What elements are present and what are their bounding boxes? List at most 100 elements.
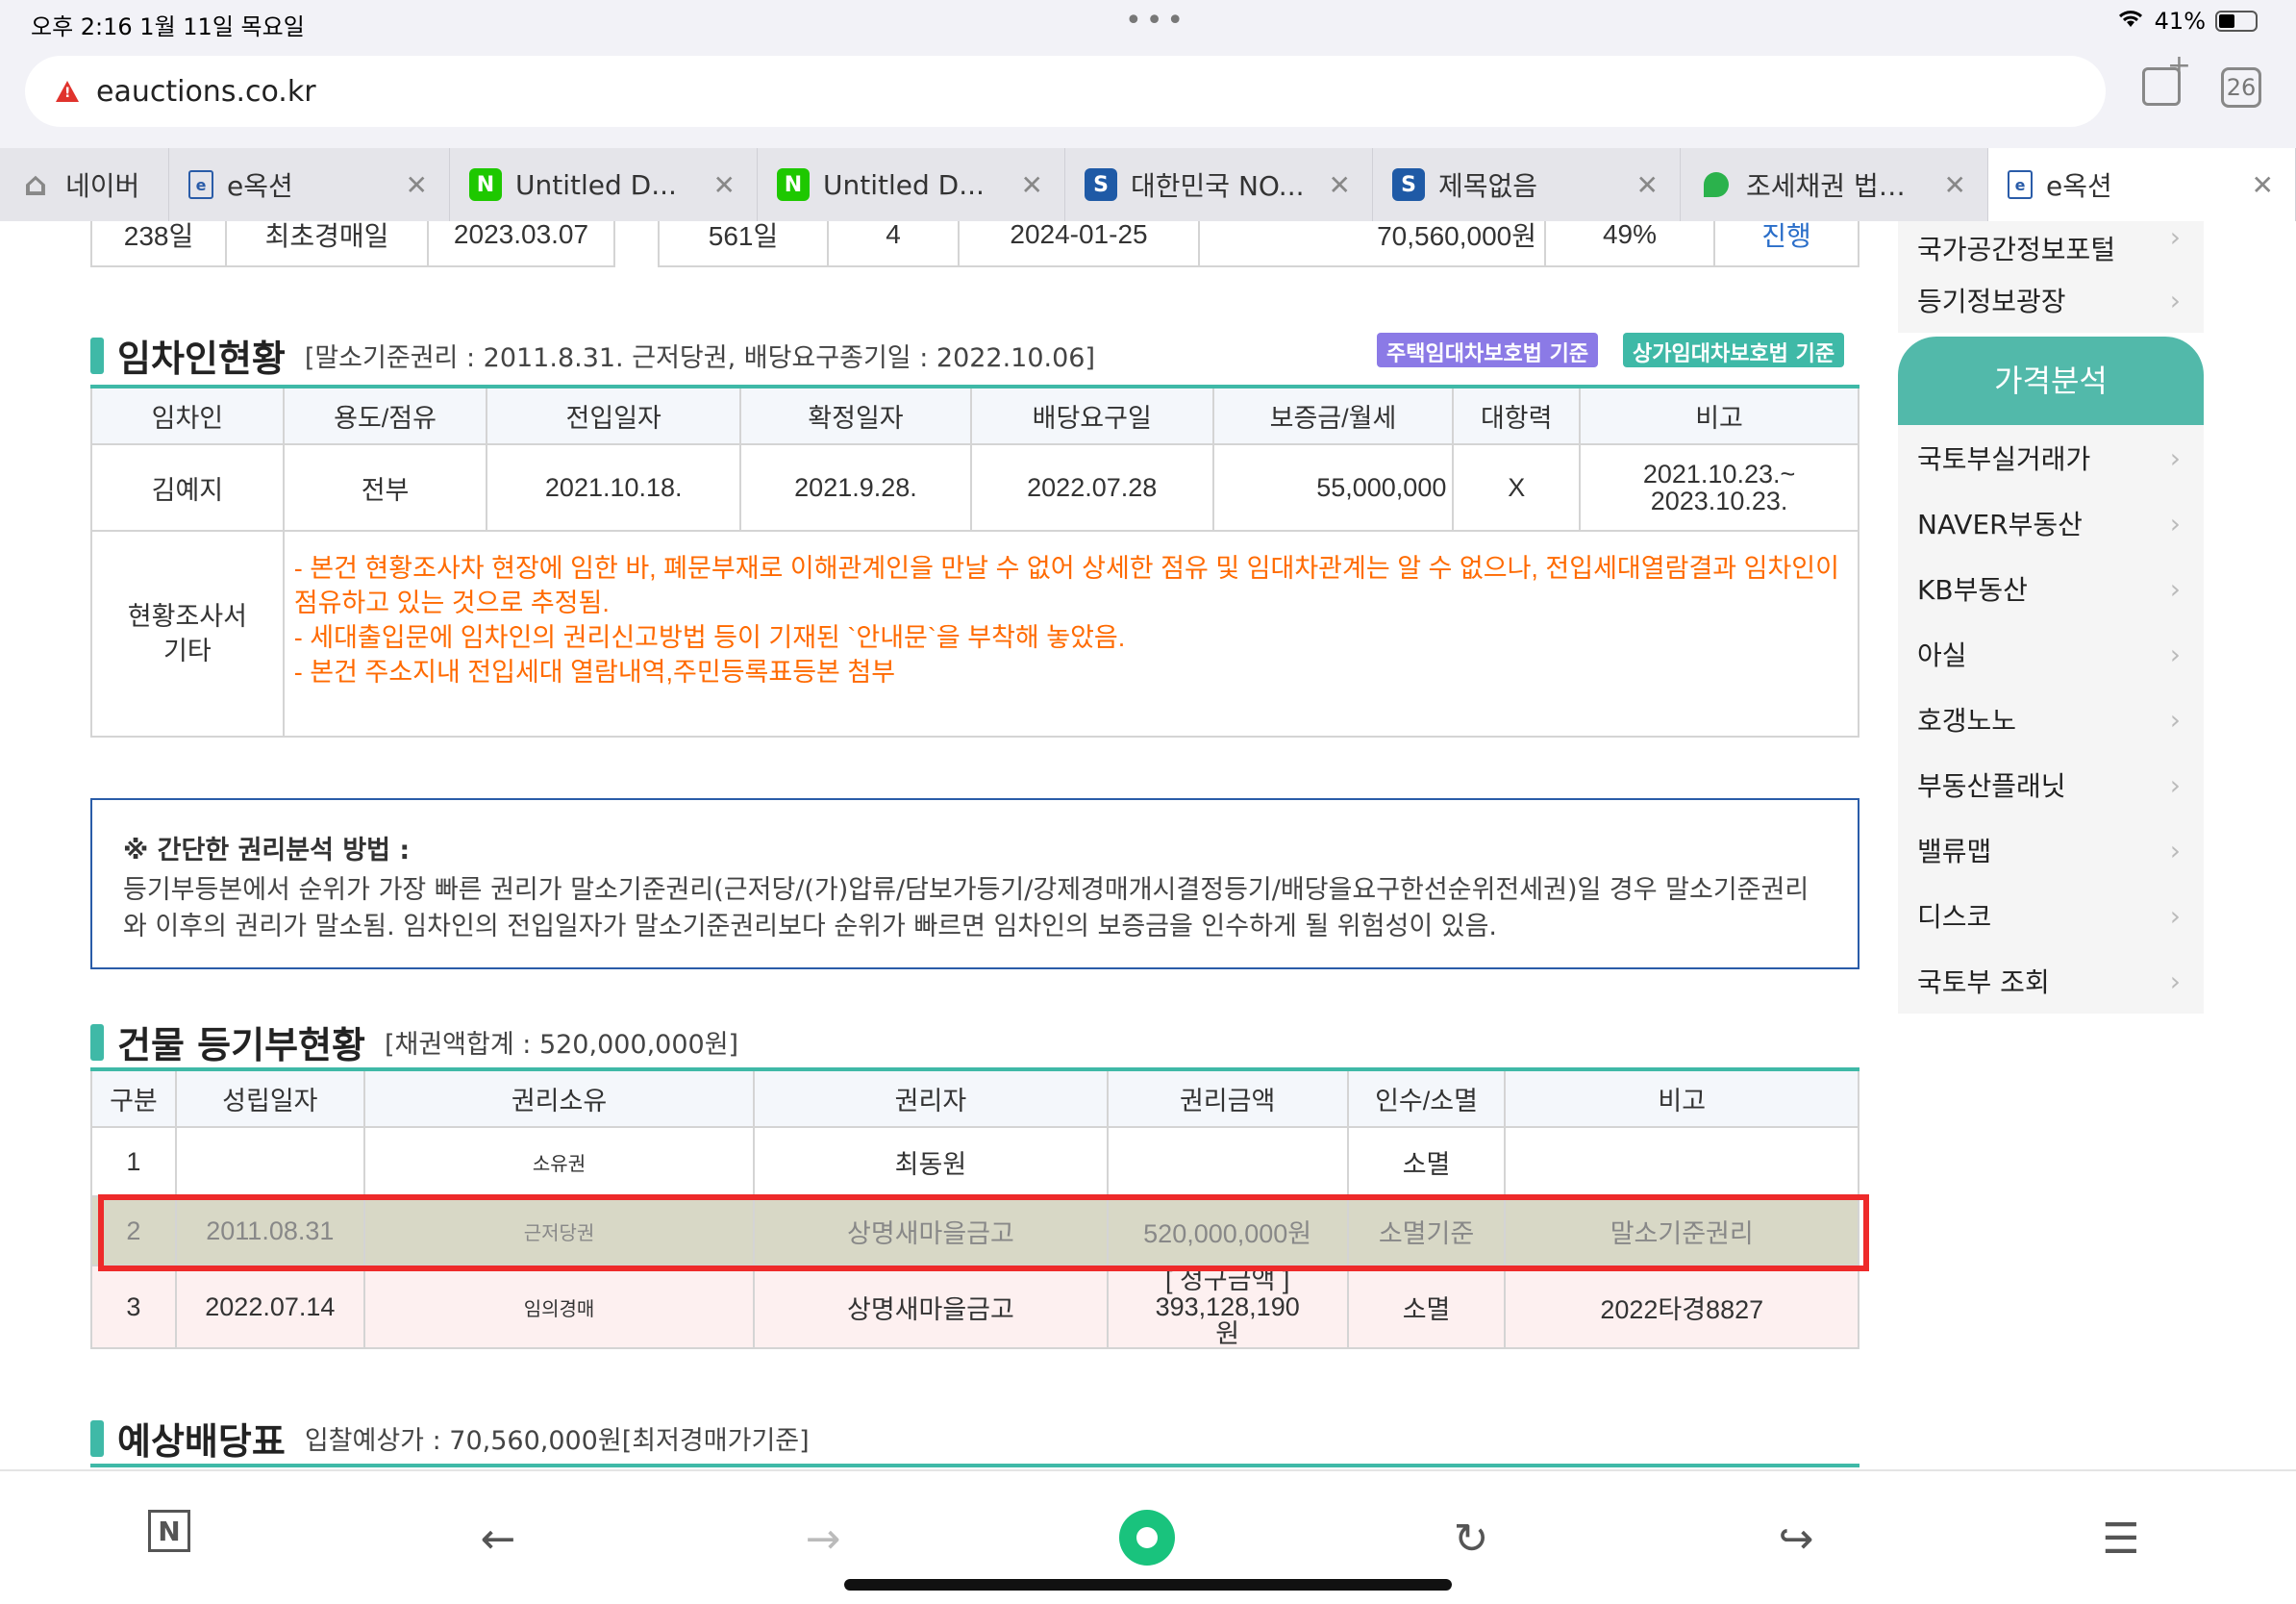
sidebar-item[interactable]: 디스코 ›	[1898, 883, 2204, 948]
sidebar-item[interactable]: 부동산플래닛 ›	[1898, 752, 2204, 817]
chevron-right-icon: ›	[2169, 965, 2181, 997]
residential-lease-badge[interactable]: 주택임대차보호법 기준	[1377, 333, 1599, 367]
title-marker	[90, 337, 104, 374]
eauction-icon: e	[2008, 170, 2033, 199]
address-bar[interactable]: eauctions.co.kr	[25, 56, 2106, 127]
tab-untitled-2[interactable]: N Untitled D... ✕	[758, 148, 1065, 221]
wifi-icon	[2116, 8, 2145, 35]
established-date: 2022.07.14	[174, 1265, 365, 1349]
column-header: 권리자	[753, 1068, 1109, 1128]
close-icon[interactable]: ✕	[1329, 169, 1351, 201]
section-note: [채권액합계 : 520,000,000원]	[384, 1030, 739, 1060]
tab-tax-claim[interactable]: 조세채권 법… ✕	[1681, 148, 1988, 221]
share-button[interactable]: ↪	[1767, 1510, 1825, 1567]
reload-button[interactable]: ↻	[1442, 1510, 1500, 1567]
tab-strip: ⌂ 네이버 e e옥션 ✕ N Untitled D... ✕ N Untitl…	[0, 148, 2296, 221]
close-icon[interactable]: ✕	[1021, 169, 1043, 201]
info-heading: ※ 간단한 권리분석 방법 :	[123, 836, 411, 865]
tenants-table: 임차인 용도/점유 전입일자 확정일자 배당요구일 보증금/월세 대항력 비고 …	[90, 385, 1860, 738]
info-body: 등기부등본에서 순위가 가장 빠른 권리가 말소기준권리(근저당/(가)압류/담…	[123, 875, 1809, 941]
close-icon[interactable]: ✕	[2252, 169, 2274, 201]
tab-count-button[interactable]: 26	[2221, 67, 2261, 108]
established-date	[174, 1126, 365, 1197]
column-header: 전입일자	[486, 386, 742, 445]
sidebar-item[interactable]: 국토부 조회 ›	[1898, 948, 2204, 1014]
sidebar-item-label: 밸류맵	[1917, 836, 1992, 867]
tab-label: 대한민국 NO...	[1131, 170, 1305, 202]
confirmed-date: 2021.9.28.	[739, 443, 972, 532]
column-header: 권리소유	[362, 1068, 756, 1128]
status-bar: 오후 2:16 1월 11일 목요일 ••• 41%	[0, 0, 2296, 44]
sidebar-item[interactable]: 국가공간정보포털 ›	[1898, 221, 2204, 267]
home-indicator[interactable]	[844, 1579, 1452, 1591]
naver-home-button[interactable]: N	[148, 1510, 190, 1552]
rights-analysis-info: ※ 간단한 권리분석 방법 : 등기부등본에서 순위가 가장 빠른 권리가 말소…	[90, 798, 1859, 969]
sidebar-item-label: 디스코	[1917, 901, 1992, 933]
column-header: 확정일자	[739, 386, 972, 445]
column-header: 비고	[1504, 1068, 1859, 1128]
s-app-icon: S	[1085, 168, 1117, 201]
cell: 49%	[1544, 221, 1715, 267]
close-icon[interactable]: ✕	[713, 169, 736, 201]
sidebar-item-label: 부동산플래닛	[1917, 770, 2066, 802]
s-app-icon: S	[1392, 168, 1425, 201]
sidebar-item[interactable]: KB부동산 ›	[1898, 556, 2204, 621]
tab-label: 제목없음	[1438, 170, 1538, 202]
row-number: 3	[90, 1265, 177, 1349]
sidebar-item[interactable]: NAVER부동산 ›	[1898, 490, 2204, 556]
tab-untitled-1[interactable]: N Untitled D... ✕	[450, 148, 758, 221]
tab-naver[interactable]: ⌂ 네이버	[0, 148, 169, 221]
right-holder: 상명새마을금고	[753, 1265, 1109, 1349]
battery-icon	[2215, 11, 2258, 32]
chevron-right-icon: ›	[2169, 900, 2181, 932]
chevron-right-icon: ›	[2169, 573, 2181, 605]
table-row: 3 2022.07.14 임의경매 상명새마을금고 [ 청구금액 ] 393,1…	[90, 1265, 1859, 1349]
back-button[interactable]: ←	[469, 1510, 527, 1567]
sidebar-item[interactable]: 등기정보광장 ›	[1898, 267, 2204, 333]
cell: 4	[827, 221, 960, 267]
tenants-section-title: 임차인현황 [말소기준권리 : 2011.8.31. 근저당권, 배당요구종기일…	[90, 329, 1095, 382]
tab-eauction-active[interactable]: e e옥션 ✕	[1988, 148, 2296, 221]
naver-n-icon: N	[469, 168, 502, 201]
memo-line: - 세대출입문에 임차인의 권리신고방법 등이 기재된 `안내문`을 부착해 놓…	[293, 623, 1126, 652]
commercial-lease-badge[interactable]: 상가임대차보호법 기준	[1623, 333, 1845, 367]
forward-button[interactable]: →	[794, 1510, 852, 1567]
close-icon[interactable]: ✕	[1636, 169, 1659, 201]
sidebar-price-links: 국토부실거래가 › NAVER부동산 › KB부동산 › 아실 › 호갱노노 › 부동산플…	[1898, 425, 2204, 1014]
tab-label: e옥션	[2046, 170, 2112, 202]
chevron-right-icon: ›	[2169, 639, 2181, 670]
cell: 238일	[90, 221, 227, 267]
sidebar-item[interactable]: 아실 ›	[1898, 621, 2204, 687]
tab-eauction-1[interactable]: e e옥션 ✕	[169, 148, 450, 221]
sidebar-links-top: 국가공간정보포털 › 등기정보광장 ›	[1898, 221, 2204, 333]
right-amount	[1106, 1126, 1349, 1197]
sidebar-item-label: 등기정보광장	[1917, 286, 2066, 317]
section-heading: 예상배당표	[117, 1420, 286, 1463]
memo-label: 현황조사서 기타	[90, 530, 285, 738]
close-icon[interactable]: ✕	[1944, 169, 1966, 201]
new-tab-icon[interactable]	[2142, 49, 2191, 106]
takeover-status: 소멸	[1346, 1126, 1507, 1197]
chevron-right-icon: ›	[2169, 769, 2181, 801]
memo-row: 현황조사서 기타 - 본건 현황조사차 현장에 임한 바, 폐문부재로 이해관계…	[90, 530, 1860, 738]
sidebar-item[interactable]: 호갱노노 ›	[1898, 687, 2204, 752]
move-in-date: 2021.10.18.	[486, 443, 742, 532]
chevron-right-icon: ›	[2169, 285, 2181, 316]
green-dot-button[interactable]	[1119, 1510, 1175, 1566]
sidebar-item[interactable]: 밸류맵 ›	[1898, 817, 2204, 883]
dividend-section-title: 예상배당표 입찰예상가 : 70,560,000원[최저경매가기준]	[90, 1412, 810, 1465]
multitask-dots[interactable]: •••	[1125, 4, 1187, 38]
tab-untitled-doc[interactable]: S 제목없음 ✕	[1373, 148, 1681, 221]
sidebar-item[interactable]: 국토부실거래가 ›	[1898, 425, 2204, 490]
section-heading: 건물 등기부현황	[117, 1024, 365, 1066]
column-header: 인수/소멸	[1346, 1068, 1507, 1128]
right-type: 소유권	[362, 1126, 756, 1197]
chevron-right-icon: ›	[2169, 704, 2181, 736]
url-text[interactable]: eauctions.co.kr	[96, 75, 316, 109]
highlight-annotation	[98, 1194, 1869, 1271]
status-link[interactable]: 진행	[1713, 221, 1859, 267]
tab-korea-no[interactable]: S 대한민국 NO... ✕	[1065, 148, 1373, 221]
close-icon[interactable]: ✕	[406, 169, 428, 201]
memo-content: - 본건 현황조사차 현장에 임한 바, 폐문부재로 이해관계인을 만날 수 없…	[282, 530, 1860, 738]
menu-button[interactable]: ☰	[2092, 1510, 2150, 1567]
